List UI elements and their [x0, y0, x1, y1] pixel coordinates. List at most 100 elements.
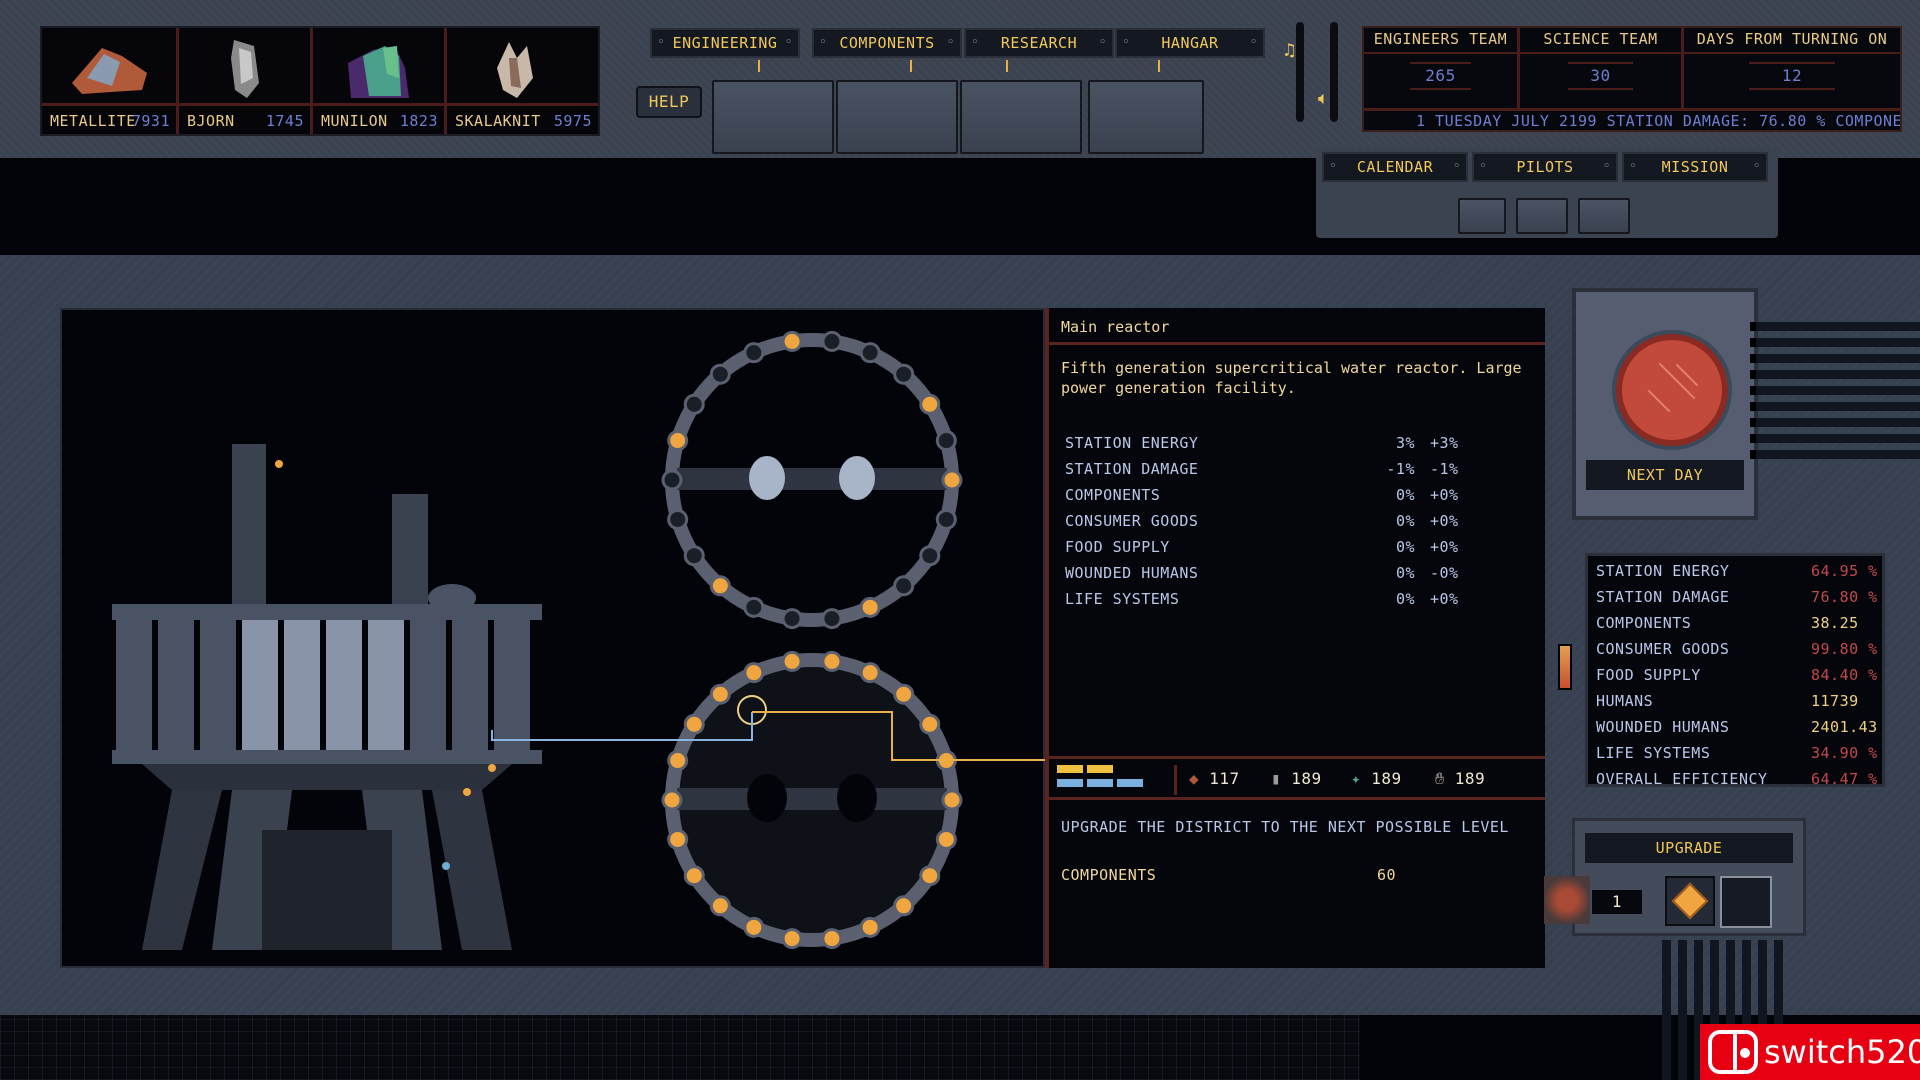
tab-pilots[interactable]: PILOTS [1472, 152, 1618, 182]
stat-label: STATION DAMAGE [1596, 588, 1730, 606]
ring-node [821, 608, 843, 630]
team-header: SCIENCE TEAM [1520, 30, 1681, 54]
ring-node [781, 608, 803, 630]
upgrade-quantity[interactable]: 1 [1592, 890, 1642, 914]
upgrade-description: UPGRADE THE DISTRICT TO THE NEXT POSSIBL… [1061, 818, 1509, 836]
pilots-slot[interactable] [1516, 198, 1568, 234]
reactor-column [158, 620, 194, 750]
resource-munilon: MUNILON 1823 [313, 28, 447, 134]
ring-node [781, 650, 803, 672]
tab-hangar[interactable]: HANGAR [1115, 28, 1265, 58]
tab-components[interactable]: COMPONENTS [812, 28, 962, 58]
ring-node [709, 895, 731, 917]
engineering-slot[interactable] [712, 80, 834, 154]
requirement-value: 60 [1377, 866, 1397, 884]
tab-research[interactable]: RESEARCH [964, 28, 1114, 58]
tab-indicator [758, 60, 760, 72]
effect-row: STATION DAMAGE -1% -1% [1065, 460, 1459, 478]
stat-label: OVERALL EFFICIENCY [1596, 770, 1768, 788]
efficiency-meter [1558, 644, 1572, 690]
reactor-building[interactable] [112, 444, 542, 950]
stat-row: FOOD SUPPLY 84.40 % [1596, 666, 1881, 692]
stat-row: OVERALL EFFICIENCY 64.47 % [1596, 770, 1881, 796]
stat-value: 99.80 % [1811, 640, 1878, 658]
ring-node [743, 662, 765, 684]
cost-skalaknit: ✋︎ 189 [1435, 769, 1486, 788]
resource-name: SKALAKNIT [455, 112, 541, 130]
upgrade-button[interactable]: UPGRADE [1585, 833, 1793, 863]
ring-node [919, 393, 941, 415]
stat-label: WOUNDED HUMANS [1596, 718, 1730, 736]
ring-node [859, 662, 881, 684]
reactor-column [368, 620, 404, 750]
mission-slot[interactable] [1578, 198, 1630, 234]
skalaknit-crystal-icon [497, 42, 533, 98]
help-button[interactable]: HELP [636, 86, 702, 118]
stat-label: CONSUMER GOODS [1596, 640, 1730, 658]
stat-row: HUMANS 11739 [1596, 692, 1881, 718]
lower-ring-module[interactable] [661, 650, 963, 950]
stat-value: 11739 [1811, 692, 1859, 710]
ring-node [893, 575, 915, 597]
ring-node [859, 342, 881, 364]
research-slot[interactable] [960, 80, 1082, 154]
ring-node [919, 865, 941, 887]
next-day-button[interactable]: NEXT DAY [1586, 460, 1744, 490]
reactor-column [116, 620, 152, 750]
resource-name: MUNILON [321, 112, 388, 130]
next-day-big-button[interactable] [1616, 334, 1728, 446]
tab-engineering[interactable]: ENGINEERING [650, 28, 800, 58]
components-slot[interactable] [836, 80, 958, 154]
music-note-icon[interactable]: ♫ [1284, 40, 1295, 61]
munilon-crystal-icon: ✦ [1351, 769, 1362, 788]
team-level-bars [1057, 765, 1177, 795]
reactor-column [494, 620, 530, 750]
stat-value: 64.95 % [1811, 562, 1878, 580]
district-viewport[interactable] [60, 308, 1047, 970]
skalaknit-crystal-icon: ✋︎ [1435, 769, 1445, 788]
ring-node [941, 469, 963, 491]
stat-value: 84.40 % [1811, 666, 1878, 684]
circuit-floor [0, 1015, 1360, 1080]
ring-node [893, 895, 915, 917]
effect-row: LIFE SYSTEMS 0% +0% [1065, 590, 1459, 608]
ring-node [935, 828, 957, 850]
team-value: 30 [1590, 66, 1611, 85]
team-value: 12 [1781, 66, 1803, 85]
stat-label: HUMANS [1596, 692, 1654, 710]
ring-node [821, 928, 843, 950]
ring-node [683, 713, 705, 735]
ring-node [781, 928, 803, 950]
reactor-column [242, 620, 278, 750]
hangar-slot[interactable] [1088, 80, 1204, 154]
stat-label: COMPONENTS [1596, 614, 1692, 632]
resource-bjorn: BJORN 1745 [179, 28, 313, 134]
speaker-icon[interactable]: 🔈︎ [1318, 88, 1329, 109]
ring-node [667, 750, 689, 772]
resources-panel: METALLITE 7931 BJORN 1745 MUNILON 1823 S… [40, 26, 600, 136]
sound-volume-slider[interactable] [1330, 22, 1338, 122]
upgrade-gem-slot[interactable] [1665, 876, 1715, 926]
ring-node [935, 508, 957, 530]
district-title: Main reactor [1061, 318, 1170, 336]
upper-ring-module[interactable] [661, 330, 963, 630]
stat-value: 2401.43 [1811, 718, 1878, 736]
tab-indicator [910, 60, 912, 72]
tab-calendar[interactable]: CALENDAR [1322, 152, 1468, 182]
news-ticker: 1 TUESDAY JULY 2199 STATION DAMAGE: 76.8… [1364, 108, 1900, 130]
reactor-schematic[interactable] [62, 310, 1047, 970]
level-bar [1087, 779, 1113, 787]
upgrade-empty-slot[interactable] [1720, 876, 1772, 928]
calendar-slot[interactable] [1458, 198, 1506, 234]
tab-indicator [1006, 60, 1008, 72]
effect-row: STATION ENERGY 3% +3% [1065, 434, 1459, 452]
effect-row: WOUNDED HUMANS 0% -0% [1065, 564, 1459, 582]
reactor-column [452, 620, 488, 750]
days-counter: DAYS FROM TURNING ON 12 [1684, 28, 1900, 110]
stat-value: 64.47 % [1811, 770, 1878, 788]
switch-logo-icon [1708, 1030, 1758, 1074]
stat-row: STATION ENERGY 64.95 % [1596, 562, 1881, 588]
ring-node [667, 508, 689, 530]
tab-mission[interactable]: MISSION [1622, 152, 1768, 182]
music-volume-slider[interactable] [1296, 22, 1304, 122]
